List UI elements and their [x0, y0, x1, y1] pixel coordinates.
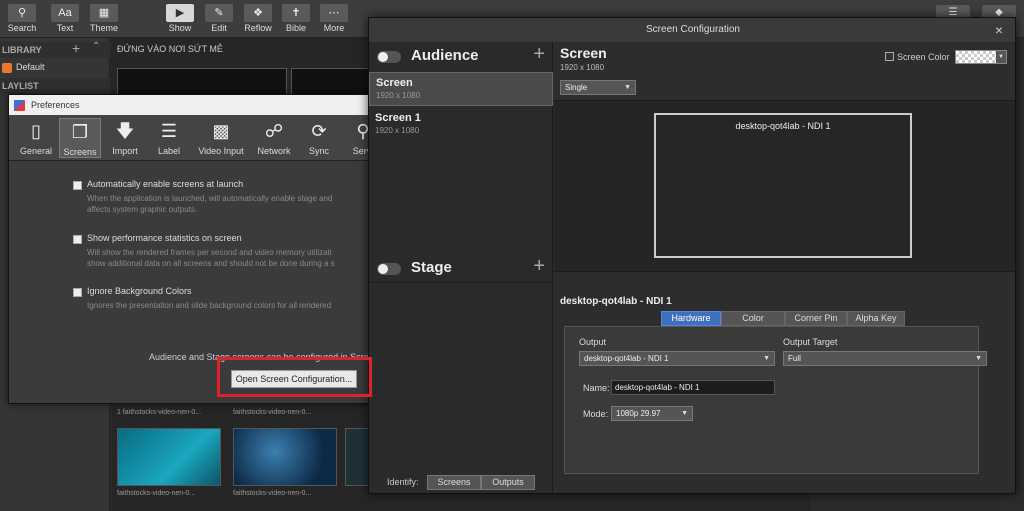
text-button[interactable]: Aa Text — [45, 2, 85, 36]
library-icon — [2, 62, 12, 73]
search-icon: ⚲ — [8, 4, 36, 22]
thumb-caption: faithstocks-video-nen-0... — [233, 490, 312, 497]
chevron-up-icon[interactable]: ⌃ — [92, 41, 100, 52]
more-icon: ⋯ — [320, 4, 348, 22]
screen-name-input[interactable]: desktop-qot4lab - NDI 1 — [611, 380, 775, 395]
tab-general[interactable]: ▯ General — [15, 118, 57, 158]
output-name-heading: desktop-qot4lab - NDI 1 — [560, 296, 672, 307]
slide-thumbnail[interactable] — [233, 428, 337, 486]
add-icon[interactable]: + — [72, 40, 80, 56]
chevron-down-icon: ▼ — [624, 84, 631, 91]
tab-sync[interactable]: ⟳ Sync — [299, 118, 339, 158]
screen-title: Screen — [560, 45, 607, 61]
edit-button[interactable]: ✎ Edit — [199, 2, 239, 36]
library-item-default[interactable]: Default — [2, 62, 45, 73]
tab-alpha-key[interactable]: Alpha Key — [847, 311, 905, 326]
screen-configuration-window: Screen Configuration × Audience + Screen… — [368, 17, 1016, 494]
screen-preview-area: desktop-qot4lab - NDI 1 — [554, 100, 1015, 272]
screen-color-option[interactable]: Screen Color — [885, 52, 950, 62]
theme-icon: ▦ — [90, 4, 118, 22]
thumb-caption: faithstocks-video-nen-0... — [233, 409, 312, 416]
tab-hardware[interactable]: Hardware — [661, 311, 721, 326]
screens-icon: ❐ — [71, 122, 89, 142]
list-icon: ☰ — [160, 121, 178, 141]
reflow-icon: ❖ — [244, 4, 272, 22]
screen-resolution: 1920 x 1080 — [560, 63, 605, 72]
share-icon: ☍ — [264, 121, 284, 141]
playlist-header: LAYLIST — [0, 78, 110, 94]
phone-icon: ▯ — [31, 121, 41, 141]
output-target-label: Output Target — [783, 337, 838, 347]
show-button[interactable]: ▶ Show — [160, 2, 200, 36]
tab-screens[interactable]: ❐ Screens — [59, 118, 101, 158]
screen-color-checkbox[interactable] — [885, 52, 894, 61]
add-stage-screen-icon[interactable]: + — [533, 255, 545, 278]
preferences-tabs: ▯ General ❐ Screens 🡇 Import ☰ Label ▩ Video … — [9, 115, 371, 161]
slide-thumbnail[interactable] — [291, 68, 371, 96]
screen-color-swatch[interactable]: ▼ — [955, 50, 1007, 64]
tab-corner-pin[interactable]: Corner Pin — [785, 311, 847, 326]
thumb-caption: 1 faithstocks-video-nen-0... — [117, 409, 202, 416]
tab-label[interactable]: ☰ Label — [149, 118, 189, 158]
chevron-down-icon: ▼ — [681, 410, 688, 417]
auto-enable-checkbox[interactable] — [73, 181, 82, 190]
chevron-down-icon: ▼ — [996, 51, 1006, 63]
audience-toggle[interactable] — [377, 51, 401, 63]
add-audience-screen-icon[interactable]: + — [533, 43, 545, 66]
identify-outputs-button[interactable]: Outputs — [481, 475, 535, 490]
pencil-icon: ✎ — [205, 4, 233, 22]
preferences-titlebar: Preferences — [9, 95, 371, 115]
reflow-button[interactable]: ❖ Reflow — [238, 2, 278, 36]
section-divider — [369, 282, 553, 283]
theme-button[interactable]: ▦ Theme — [84, 2, 124, 36]
slide-thumbnail[interactable] — [117, 428, 221, 486]
play-icon: ▶ — [166, 4, 194, 22]
search-button[interactable]: ⚲ Search — [2, 2, 42, 36]
highlight-annotation — [217, 357, 372, 397]
output-target-select[interactable]: Full ▼ — [783, 351, 987, 366]
name-label: Name: — [583, 383, 610, 393]
performance-stats-checkbox[interactable] — [73, 235, 82, 244]
bible-icon: ✝ — [282, 4, 310, 22]
close-icon[interactable]: × — [995, 18, 1003, 42]
video-camera-icon: ▩ — [212, 121, 230, 141]
screens-list-panel: Audience + Screen 1920 x 1080 Screen 1 1… — [369, 42, 553, 493]
identify-bar: Identify: Screens Outputs — [369, 470, 553, 493]
slide-thumbnail[interactable] — [117, 68, 287, 96]
app-root: ⚲ Search Aa Text ▦ Theme ▶ Show ✎ Edit ❖… — [0, 0, 1024, 511]
audience-section-header: Audience + — [369, 43, 553, 70]
tab-video-input[interactable]: ▩ Video Input — [195, 118, 247, 158]
screen-configuration-titlebar: Screen Configuration — [369, 18, 1015, 42]
thumb-caption: faithstocks-video-nen-0... — [117, 490, 196, 497]
sync-icon: ⟳ — [311, 121, 327, 141]
chevron-down-icon: ▼ — [763, 355, 770, 362]
text-icon: Aa — [51, 4, 79, 22]
screen-preview[interactable]: desktop-qot4lab - NDI 1 — [654, 113, 912, 258]
bible-button[interactable]: ✝ Bible — [276, 2, 316, 36]
screen-list-item[interactable]: Screen 1 1920 x 1080 — [369, 108, 553, 142]
hardware-panel: Output desktop-qot4lab - NDI 1 ▼ Output T… — [564, 326, 987, 474]
screen-mode-select[interactable]: Single ▼ — [560, 80, 636, 95]
identify-screens-button[interactable]: Screens — [427, 475, 481, 490]
stage-section-header: Stage + — [369, 255, 553, 282]
stage-toggle[interactable] — [377, 263, 401, 275]
screen-list-item[interactable]: Screen 1920 x 1080 — [369, 72, 553, 106]
more-button[interactable]: ⋯ More — [314, 2, 354, 36]
ignore-bg-colors-checkbox[interactable] — [73, 288, 82, 297]
mode-select[interactable]: 1080p 29.97 ▼ — [611, 406, 693, 421]
tab-network[interactable]: ☍ Network — [253, 118, 295, 158]
app-logo-icon — [14, 100, 25, 111]
mode-label: Mode: — [583, 409, 609, 419]
tab-color[interactable]: Color — [721, 311, 785, 326]
chevron-down-icon: ▼ — [975, 355, 982, 362]
screen-detail-panel: Screen 1920 x 1080 Screen Color ▼ Single… — [554, 42, 1015, 493]
presentation-title: ĐỨNG VÀO NƠI SỨT MẺ — [117, 44, 223, 54]
tab-import[interactable]: 🡇 Import — [105, 118, 145, 158]
download-arrow-icon: 🡇 — [115, 121, 135, 141]
output-label: Output — [579, 337, 607, 347]
output-select[interactable]: desktop-qot4lab - NDI 1 ▼ — [579, 351, 775, 366]
